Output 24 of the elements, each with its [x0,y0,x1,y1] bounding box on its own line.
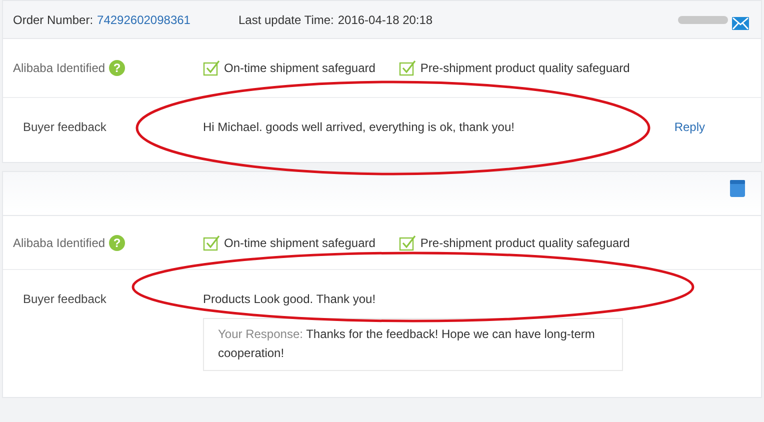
note-icon [730,180,745,197]
identified-label: Alibaba Identified [13,234,106,252]
feedback-label: Buyer feedback [22,119,108,136]
order-number-label: Order Number: [13,12,94,28]
help-icon: ? [109,60,126,76]
help-icon: ? [109,234,126,250]
reply-link[interactable]: Reply [674,118,705,136]
safeguard-label: On-time shipment safeguard [224,60,376,77]
safeguard-label: Pre-shipment product quality safeguard [420,234,630,252]
update-time: 2016-04-18 20:18 [338,12,433,28]
order-number-link[interactable]: 74292602098361 [97,10,190,28]
feedback-text: Products Look good. Thank you! [203,291,376,308]
check-icon [203,60,220,76]
check-icon [399,60,416,76]
check-icon [399,234,416,250]
feedback-label: Buyer feedback [22,291,108,308]
feedback-text: Hi Michael. goods well arrived, everything is ok, thank you! [203,119,514,136]
mail-icon [732,17,749,30]
update-time-label: Last update Time: [238,12,334,28]
safeguard-label: On-time shipment safeguard [224,234,376,252]
response-text: Your Response: Thanks for the feedback! Hope we can have long-term cooperation! [218,327,595,360]
identified-label: Alibaba Identified [13,60,106,77]
safeguard-label: Pre-shipment product quality safeguard [420,60,630,77]
check-icon [203,234,220,250]
